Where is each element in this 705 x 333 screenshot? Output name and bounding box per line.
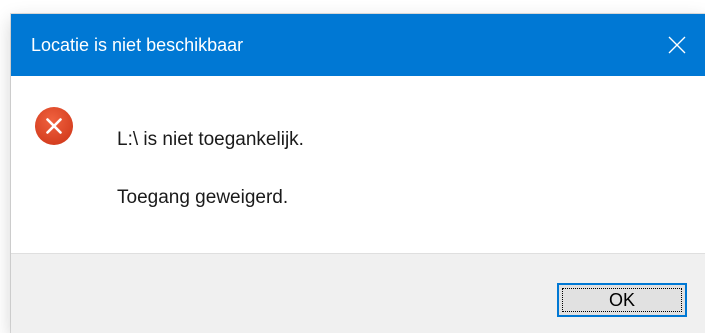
dialog-titlebar[interactable]: Locatie is niet beschikbaar	[11, 14, 705, 76]
close-icon	[668, 36, 686, 54]
close-button[interactable]	[649, 14, 705, 76]
error-dialog: Locatie is niet beschikbaar L:\ is niet …	[11, 14, 705, 333]
message-primary: L:\ is niet toegankelijk.	[117, 129, 304, 150]
dialog-title: Locatie is niet beschikbaar	[31, 35, 244, 55]
error-icon	[34, 106, 74, 146]
message-secondary: Toegang geweigerd.	[117, 187, 289, 208]
ok-button-label: OK	[562, 288, 682, 312]
screen: Locatie is niet beschikbaar L:\ is niet …	[0, 0, 705, 333]
ok-button[interactable]: OK	[557, 283, 687, 317]
dialog-footer: OK	[11, 253, 705, 333]
dialog-content: L:\ is niet toegankelijk. Toegang geweig…	[11, 76, 705, 253]
